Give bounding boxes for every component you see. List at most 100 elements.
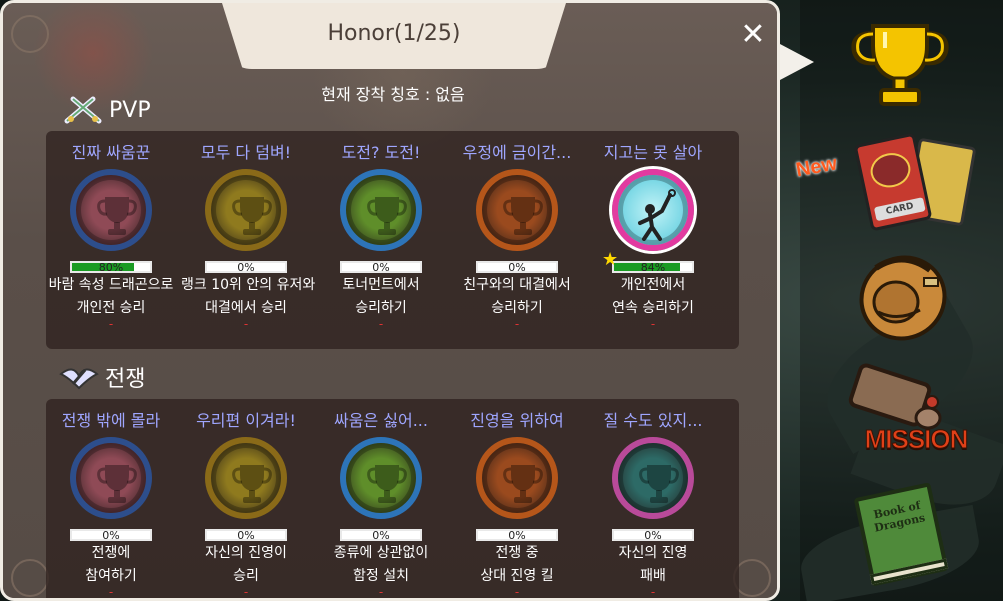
honor-item[interactable]: 질 수도 있지... 0% 자신의 진영패배 - xyxy=(588,407,718,599)
trophy-icon xyxy=(851,24,949,106)
trophy-button[interactable] xyxy=(845,18,955,114)
trophy-icon xyxy=(97,197,137,235)
progress-percent: 0% xyxy=(508,529,526,542)
progress-bar: 0% xyxy=(340,261,422,273)
honor-condition-line2: 승리하기 xyxy=(491,300,543,316)
honor-name: 진영을 위하여 xyxy=(470,411,564,430)
mission-label: MISSION xyxy=(864,424,969,455)
reward-placeholder: - xyxy=(108,585,114,599)
side-menu: CARD New MISSION Book of Dragons xyxy=(794,0,1003,601)
reward-placeholder: - xyxy=(378,317,384,331)
honor-medal xyxy=(205,437,287,519)
honor-item[interactable]: 진영을 위하여 0% 전쟁 중상대 진영 킬- xyxy=(452,407,582,599)
reward-placeholder: - xyxy=(650,585,656,599)
progress-percent: 0% xyxy=(508,261,526,274)
honor-item[interactable]: 싸움은 싫어... 0% 종류에 상관없이함정 설치 - xyxy=(316,407,446,599)
honor-medal xyxy=(609,166,697,254)
close-button[interactable]: ✕ xyxy=(737,19,769,51)
backpack-button[interactable] xyxy=(848,240,958,354)
reward-placeholder: - xyxy=(514,317,520,331)
game-screen: CARD New MISSION Book of Dragons Honor(1… xyxy=(0,0,1003,601)
progress-percent: 0% xyxy=(372,529,390,542)
card-button[interactable]: CARD New xyxy=(794,130,1000,240)
honor-condition-line1: 랭크 10위 안의 유저와 xyxy=(181,277,316,293)
section-header-pvp: PVP xyxy=(63,95,151,125)
reward-placeholder: - xyxy=(514,585,520,599)
reward-placeholder: - xyxy=(243,585,249,599)
trophy-icon xyxy=(367,197,407,235)
honor-panel: Honor(1/25) ✕ 현재 장착 칭호 : 없음 PVP 전쟁 진짜 싸움… xyxy=(0,0,780,601)
honor-item[interactable]: 도전? 도전! 0% 토너먼트에서 승리하기 - xyxy=(316,139,446,331)
honor-name: 전쟁 밖에 몰라 xyxy=(61,411,161,430)
reward-placeholder: - xyxy=(243,317,249,331)
backpack-icon xyxy=(859,255,947,341)
honor-condition-line2: 대결에서 승리 xyxy=(205,300,287,316)
progress-bar: 80% xyxy=(70,261,152,273)
honor-name: 지고는 못 살아 xyxy=(603,143,703,162)
honor-condition-line2: 연속 승리하기 xyxy=(612,300,694,316)
reward-placeholder: - xyxy=(108,317,114,331)
honor-condition-line2: 함정 설치 xyxy=(353,568,409,584)
progress-percent: 0% xyxy=(237,261,255,274)
progress-bar: 0% xyxy=(612,529,694,541)
honor-condition-line2: 승리하기 xyxy=(355,300,407,316)
honor-item[interactable]: 우리편 이겨라! 0% 자신의 진영이 승리 - xyxy=(181,407,311,599)
honor-condition-line1: 토너먼트에서 xyxy=(342,277,420,293)
trophy-icon xyxy=(367,465,407,503)
progress-bar: 0% xyxy=(340,529,422,541)
honor-medal xyxy=(476,437,558,519)
honor-condition-line1: 종류에 상관없이 xyxy=(333,545,429,561)
honor-condition-line1: 자신의 진영 xyxy=(618,545,688,561)
book-of-dragons-button[interactable]: Book of Dragons xyxy=(852,482,949,587)
reward-placeholder: - xyxy=(378,585,384,599)
crossed-swords-icon xyxy=(64,96,102,124)
honor-item[interactable]: 지고는 못 살아 ★ 84% 개인전에서연속 승리하기 - xyxy=(588,139,718,331)
honor-condition-line1: 바람 속성 드래곤으로 xyxy=(48,277,174,293)
progress-percent: 84% xyxy=(640,261,666,274)
honor-condition-line2: 상대 진영 킬 xyxy=(480,568,554,584)
honor-condition-line1: 친구와의 대결에서 xyxy=(463,277,571,293)
panel-title: Honor(1/25) xyxy=(327,21,461,46)
honor-medal xyxy=(476,169,558,251)
honor-condition-line2: 참여하기 xyxy=(85,568,137,584)
selected-pointer xyxy=(780,44,814,80)
mission-button[interactable]: MISSION xyxy=(830,362,1002,472)
trophy-icon xyxy=(232,465,272,503)
honor-condition-line2: 패배 xyxy=(640,568,666,584)
honor-condition-line1: 전쟁 중 xyxy=(495,545,539,561)
honor-condition-line1: 개인전에서 xyxy=(620,277,686,293)
trophy-icon xyxy=(97,465,137,503)
corner-ornament xyxy=(11,559,49,597)
honor-item[interactable]: 우정에 금이간... 0% 친구와의 대결에서승리하기 - xyxy=(452,139,582,331)
war-wings-icon xyxy=(59,368,99,390)
honor-name: 모두 다 덤벼! xyxy=(200,143,292,162)
progress-percent: 0% xyxy=(372,261,390,274)
progress-percent: 0% xyxy=(102,529,120,542)
honor-medal xyxy=(70,437,152,519)
honor-item[interactable]: 진짜 싸움꾼 80% 바람 속성 드래곤으로개인전 승리 - xyxy=(46,139,176,331)
honor-name: 진짜 싸움꾼 xyxy=(71,143,151,162)
progress-bar: 0% xyxy=(205,261,287,273)
honor-medal xyxy=(340,169,422,251)
honor-medal xyxy=(612,437,694,519)
trophy-icon xyxy=(639,465,679,503)
honor-condition-line1: 전쟁에 xyxy=(91,545,131,561)
honor-condition-line2: 승리 xyxy=(233,568,259,584)
honor-item[interactable]: 전쟁 밖에 몰라 0% 전쟁에참여하기 - xyxy=(46,407,176,599)
section-header-war: 전쟁 xyxy=(59,361,145,393)
progress-bar: 0% xyxy=(476,261,558,273)
honor-item[interactable]: 모두 다 덤벼! 0% 랭크 10위 안의 유저와대결에서 승리 - xyxy=(181,139,316,331)
progress-percent: 80% xyxy=(98,261,124,274)
honor-condition-line2: 개인전 승리 xyxy=(76,300,146,316)
honor-name: 우정에 금이간... xyxy=(462,143,572,162)
progress-percent: 0% xyxy=(644,529,662,542)
honor-name: 싸움은 싫어... xyxy=(334,411,428,430)
honor-name: 질 수도 있지... xyxy=(603,411,703,430)
progress-bar: ★ 84% xyxy=(602,249,694,274)
trophy-icon xyxy=(503,197,543,235)
progress-bar: 0% xyxy=(476,529,558,541)
reward-placeholder: - xyxy=(650,317,656,331)
card-label: CARD xyxy=(873,197,926,222)
stick-figure-icon xyxy=(638,189,676,241)
close-icon: ✕ xyxy=(740,17,766,52)
